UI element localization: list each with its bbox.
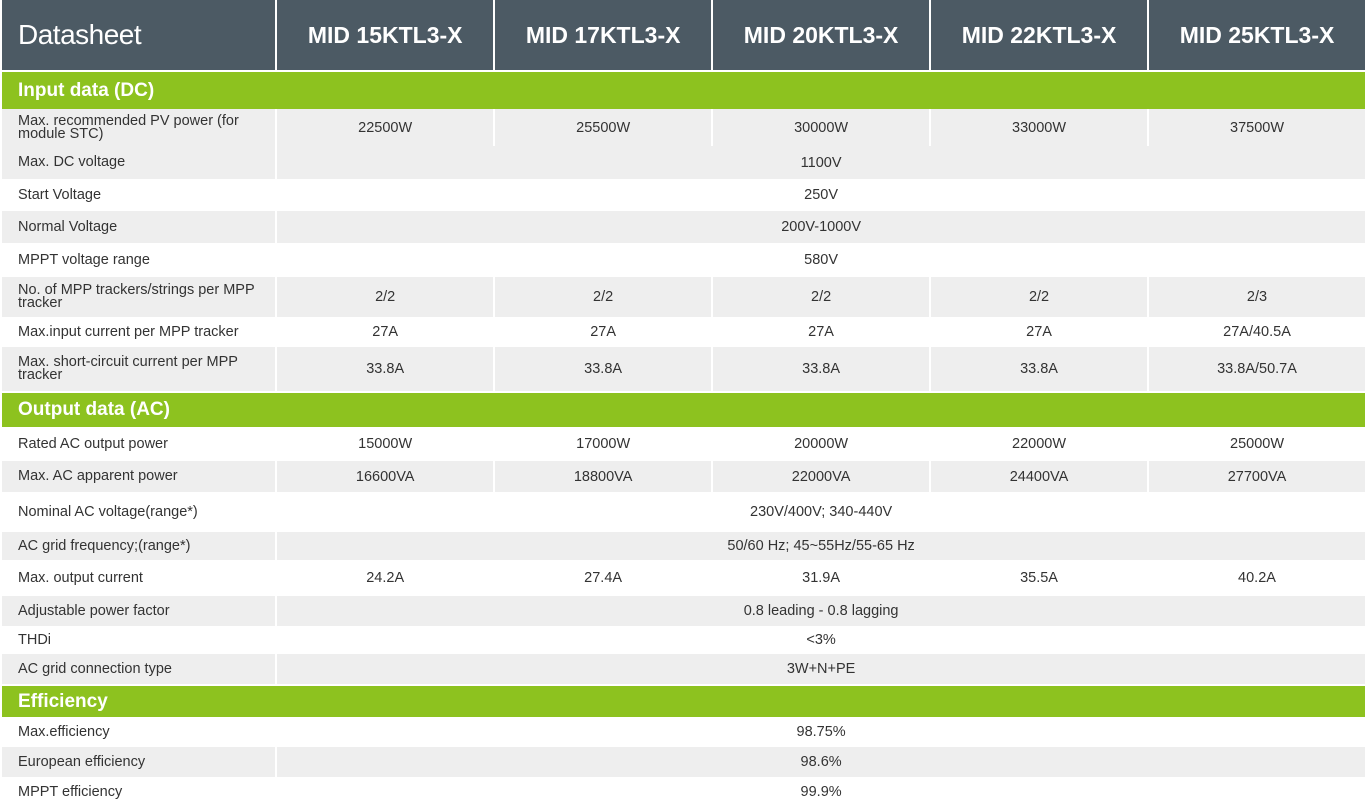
section-efficiency-header: Efficiency: [2, 684, 1365, 717]
cell-value: 27.4A: [495, 560, 712, 596]
cell-value: 35.5A: [931, 560, 1148, 596]
row-label: Max. DC voltage: [2, 146, 276, 179]
header-row: Datasheet MID 15KTL3-X MID 17KTL3-X MID …: [2, 0, 1365, 70]
model-header: MID 17KTL3-X: [495, 0, 712, 70]
section-output-header: Output data (AC): [2, 391, 1365, 427]
table-row: Max. AC apparent power 16600VA 18800VA 2…: [2, 461, 1365, 492]
table-row: MPPT efficiency 99.9%: [2, 777, 1365, 807]
table-row: Max. recommended PV power (for module ST…: [2, 109, 1365, 146]
row-label: Start Voltage: [2, 179, 276, 211]
datasheet-title: Datasheet: [2, 0, 276, 70]
cell-value: 33000W: [931, 109, 1148, 146]
row-label: No. of MPP trackers/strings per MPP trac…: [2, 277, 276, 317]
cell-value: 30000W: [713, 109, 930, 146]
model-header: MID 22KTL3-X: [931, 0, 1148, 70]
cell-value: 250V: [277, 179, 1365, 211]
cell-value: 98.6%: [277, 747, 1365, 777]
row-label: Max.input current per MPP tracker: [2, 317, 276, 347]
cell-value: 230V/400V; 340-440V: [277, 492, 1365, 532]
datasheet-table: Datasheet MID 15KTL3-X MID 17KTL3-X MID …: [0, 0, 1367, 807]
cell-value: 33.8A: [713, 347, 930, 391]
table-row: No. of MPP trackers/strings per MPP trac…: [2, 277, 1365, 317]
cell-value: <3%: [277, 626, 1365, 654]
table-row: Rated AC output power 15000W 17000W 2000…: [2, 427, 1365, 461]
cell-value: 31.9A: [713, 560, 930, 596]
table-row: Start Voltage 250V: [2, 179, 1365, 211]
table-row: Adjustable power factor 0.8 leading - 0.…: [2, 596, 1365, 626]
cell-value: 2/2: [277, 277, 494, 317]
cell-value: 99.9%: [277, 777, 1365, 807]
row-label: Max.efficiency: [2, 717, 276, 747]
cell-value: 27700VA: [1149, 461, 1365, 492]
cell-value: 580V: [277, 243, 1365, 277]
cell-value: 1100V: [277, 146, 1365, 179]
cell-value: 24.2A: [277, 560, 494, 596]
cell-value: 33.8A: [931, 347, 1148, 391]
section-title: Efficiency: [2, 684, 1365, 717]
table-row: Nominal AC voltage(range*) 230V/400V; 34…: [2, 492, 1365, 532]
cell-value: 33.8A/50.7A: [1149, 347, 1365, 391]
cell-value: 2/3: [1149, 277, 1365, 317]
table-row: THDi <3%: [2, 626, 1365, 654]
section-input-header: Input data (DC): [2, 70, 1365, 109]
table-row: Max.efficiency 98.75%: [2, 717, 1365, 747]
cell-value: 27A: [495, 317, 712, 347]
table-row: Normal Voltage 200V-1000V: [2, 211, 1365, 243]
row-label: Max. recommended PV power (for module ST…: [2, 109, 276, 146]
section-title: Output data (AC): [2, 391, 1365, 427]
row-label: Rated AC output power: [2, 427, 276, 461]
cell-value: 27A/40.5A: [1149, 317, 1365, 347]
row-label: MPPT efficiency: [2, 777, 276, 807]
cell-value: 200V-1000V: [277, 211, 1365, 243]
row-label: Normal Voltage: [2, 211, 276, 243]
cell-value: 0.8 leading - 0.8 lagging: [277, 596, 1365, 626]
cell-value: 16600VA: [277, 461, 494, 492]
row-label: European efficiency: [2, 747, 276, 777]
table-row: European efficiency 98.6%: [2, 747, 1365, 777]
row-label: THDi: [2, 626, 276, 654]
cell-value: 37500W: [1149, 109, 1365, 146]
cell-value: 20000W: [713, 427, 930, 461]
cell-value: 15000W: [277, 427, 494, 461]
cell-value: 25500W: [495, 109, 712, 146]
cell-value: 24400VA: [931, 461, 1148, 492]
table-row: AC grid frequency;(range*) 50/60 Hz; 45~…: [2, 532, 1365, 560]
table-row: Max.input current per MPP tracker 27A 27…: [2, 317, 1365, 347]
cell-value: 2/2: [931, 277, 1148, 317]
row-label: AC grid frequency;(range*): [2, 532, 276, 560]
cell-value: 27A: [931, 317, 1148, 347]
row-label: Nominal AC voltage(range*): [2, 492, 276, 532]
cell-value: 18800VA: [495, 461, 712, 492]
cell-value: 22000W: [931, 427, 1148, 461]
row-label: Max. AC apparent power: [2, 461, 276, 492]
cell-value: 33.8A: [277, 347, 494, 391]
table-row: AC grid connection type 3W+N+PE: [2, 654, 1365, 684]
cell-value: 33.8A: [495, 347, 712, 391]
cell-value: 2/2: [495, 277, 712, 317]
cell-value: 17000W: [495, 427, 712, 461]
cell-value: 98.75%: [277, 717, 1365, 747]
model-header: MID 25KTL3-X: [1149, 0, 1365, 70]
row-label: Adjustable power factor: [2, 596, 276, 626]
table-row: Max. output current 24.2A 27.4A 31.9A 35…: [2, 560, 1365, 596]
row-label: AC grid connection type: [2, 654, 276, 684]
model-header: MID 15KTL3-X: [277, 0, 494, 70]
cell-value: 22000VA: [713, 461, 930, 492]
cell-value: 40.2A: [1149, 560, 1365, 596]
table-row: Max. DC voltage 1100V: [2, 146, 1365, 179]
row-label: Max. output current: [2, 560, 276, 596]
cell-value: 22500W: [277, 109, 494, 146]
cell-value: 27A: [277, 317, 494, 347]
cell-value: 50/60 Hz; 45~55Hz/55-65 Hz: [277, 532, 1365, 560]
model-header: MID 20KTL3-X: [713, 0, 930, 70]
cell-value: 2/2: [713, 277, 930, 317]
row-label: MPPT voltage range: [2, 243, 276, 277]
section-title: Input data (DC): [2, 70, 1365, 109]
cell-value: 25000W: [1149, 427, 1365, 461]
row-label: Max. short-circuit current per MPP track…: [2, 347, 276, 391]
table-row: Max. short-circuit current per MPP track…: [2, 347, 1365, 391]
cell-value: 27A: [713, 317, 930, 347]
table-row: MPPT voltage range 580V: [2, 243, 1365, 277]
cell-value: 3W+N+PE: [277, 654, 1365, 684]
